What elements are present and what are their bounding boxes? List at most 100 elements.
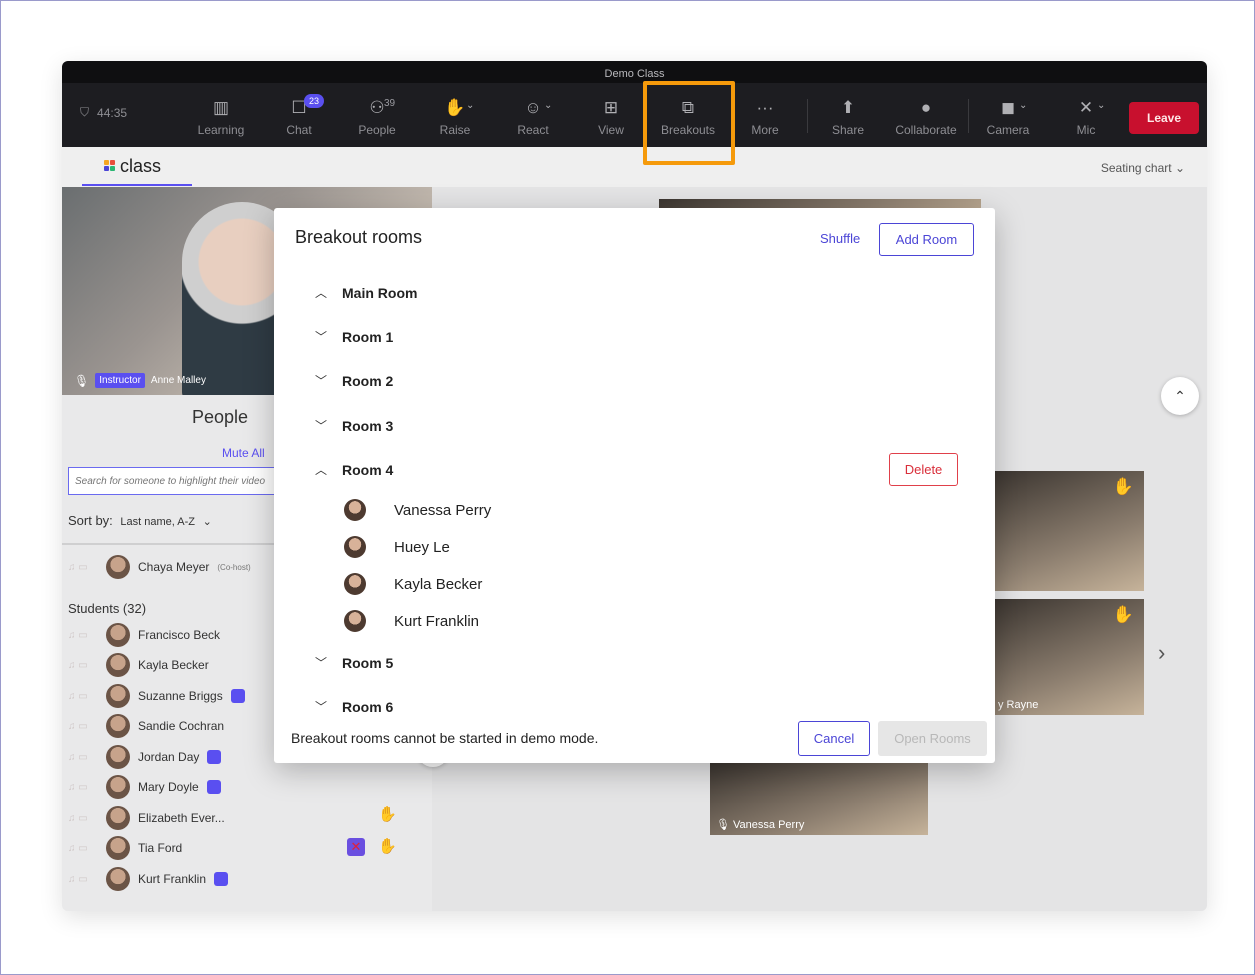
logo-text: class <box>120 156 162 176</box>
chevron-down-icon: ⌄ <box>544 100 553 111</box>
list-item[interactable]: ♫ ▭ Jordan Day <box>68 745 222 769</box>
leave-button[interactable]: Leave <box>1129 102 1199 134</box>
room-main[interactable]: ︿ Main Room <box>314 284 417 301</box>
person-name: Jordan Day <box>138 750 200 764</box>
chat-bubble-icon <box>230 689 245 703</box>
avatar <box>106 714 130 738</box>
mic-camera-icon: ♫ ▭ <box>68 629 88 641</box>
list-item[interactable]: ♫ ▭ Tia Ford <box>68 836 182 860</box>
mic-camera-icon: ♫ ▭ <box>68 561 88 573</box>
list-item[interactable]: ♫ ▭ Sandie Cochran <box>68 714 224 738</box>
chevron-up-icon: ︿ <box>314 286 327 300</box>
avatar <box>344 573 366 595</box>
person-name: Elizabeth Ever... <box>138 811 225 825</box>
react-button[interactable]: ☺ ⌄ React <box>498 97 568 137</box>
person-name: Tia Ford <box>138 841 183 855</box>
sort-value: Last name, A-Z <box>120 516 196 528</box>
room-4[interactable]: ︿ Room 4 <box>314 461 393 478</box>
sort-dropdown[interactable]: Sort by: Last name, A-Z ⌄ <box>68 513 212 528</box>
next-page-arrow[interactable]: › <box>1158 640 1165 666</box>
mute-all-link[interactable]: Mute All <box>222 446 265 460</box>
camera-off-icon: ◼ ⌄ <box>973 97 1043 119</box>
avatar <box>106 836 130 860</box>
room-label: Main Room <box>342 284 418 301</box>
learning-button[interactable]: ▥ Learning <box>186 97 256 137</box>
room-member[interactable]: Huey Le <box>344 536 450 558</box>
room-member[interactable]: Kurt Franklin <box>344 610 479 632</box>
list-item[interactable]: ♫ ▭ Kayla Becker <box>68 653 209 677</box>
cancel-button[interactable]: Cancel <box>798 721 870 756</box>
view-button[interactable]: ⊞ View <box>576 97 646 137</box>
chat-button[interactable]: ☐ 23 Chat <box>264 94 334 137</box>
people-title: People <box>192 407 249 427</box>
room-label: Room 3 <box>342 417 394 434</box>
people-label: People <box>358 123 396 137</box>
room-3[interactable]: ﹀ Room 3 <box>314 417 393 434</box>
raise-button[interactable]: ✋ ⌄ Raise <box>420 97 490 137</box>
tile-name: 🎙 Vanessa Perry <box>716 818 804 831</box>
collaborate-button[interactable]: ● Collaborate <box>891 97 961 137</box>
list-item[interactable]: ♫ ▭ Mary Doyle <box>68 775 221 799</box>
timer-text: 44:35 <box>97 105 128 120</box>
learning-label: Learning <box>197 123 245 137</box>
avatar <box>344 536 366 558</box>
cohost-tag: (Co-host) <box>217 562 251 572</box>
lightbulb-icon: ● <box>920 98 932 117</box>
member-name: Huey Le <box>394 538 450 556</box>
member-name: Vanessa Perry <box>394 501 492 519</box>
mic-camera-icon: ♫ ▭ <box>68 659 88 671</box>
chat-icon: ☐ 23 <box>264 94 334 119</box>
list-item[interactable]: ♫ ▭ Francisco Beck <box>68 623 220 647</box>
logo-mark-icon <box>104 159 118 174</box>
room-label: Room 1 <box>342 328 394 345</box>
learning-icon: ▥ <box>212 98 230 117</box>
person-name: Chaya Meyer <box>138 560 210 574</box>
grid-view-icon: ⊞ <box>603 98 619 117</box>
list-item[interactable]: ♫ ▭ Suzanne Briggs <box>68 684 245 708</box>
avatar <box>106 806 130 830</box>
room-label: Room 6 <box>342 698 394 715</box>
shuffle-button[interactable]: Shuffle <box>820 231 860 246</box>
breakouts-highlight <box>643 81 735 165</box>
mic-button[interactable]: ✕ ⌄ Mic <box>1051 97 1121 137</box>
toolbar-divider <box>968 99 969 133</box>
collaborate-label: Collaborate <box>895 123 957 137</box>
people-button[interactable]: ⚇ 39 People <box>342 97 412 137</box>
delete-room-button[interactable]: Delete <box>889 453 958 486</box>
video-tile: ✋ <box>992 471 1144 591</box>
room-member[interactable]: Vanessa Perry <box>344 499 491 521</box>
add-room-button[interactable]: Add Room <box>879 223 974 256</box>
raise-hand-icon: ✋ ⌄ <box>420 97 490 119</box>
video-tile: 🎙 Vanessa Perry <box>710 763 928 835</box>
room-6[interactable]: ﹀ Room 6 <box>314 698 393 715</box>
demo-mode-notice: Breakout rooms cannot be started in demo… <box>291 730 599 746</box>
chat-badge: 23 <box>304 94 325 108</box>
chevron-up-icon: ︿ <box>314 463 327 477</box>
avatar <box>106 745 130 769</box>
list-item[interactable]: ♫ ▭ Elizabeth Ever... <box>68 806 225 830</box>
room-member[interactable]: Kayla Becker <box>344 573 482 595</box>
class-logo: class <box>104 156 161 177</box>
instructor-tag: Instructor <box>95 373 145 388</box>
list-item[interactable]: ♫ ▭ Chaya Meyer (Co-host) <box>68 555 251 579</box>
scroll-up-button[interactable]: ⌃ <box>1161 377 1199 415</box>
avatar <box>106 867 130 891</box>
search-input[interactable] <box>68 467 278 495</box>
list-item[interactable]: ♫ ▭ Kurt Franklin <box>68 867 229 891</box>
room-label: Room 4 <box>342 461 394 478</box>
close-icon[interactable]: ✕ <box>347 838 365 856</box>
more-button[interactable]: ··· More <box>730 97 800 137</box>
class-timer: ⛉ 44:35 <box>80 105 127 120</box>
room-2[interactable]: ﹀ Room 2 <box>314 372 393 389</box>
room-5[interactable]: ﹀ Room 5 <box>314 654 393 671</box>
share-button[interactable]: ⬆ Share <box>813 97 883 137</box>
room-1[interactable]: ﹀ Room 1 <box>314 328 393 345</box>
tile-name: y Rayne <box>998 699 1039 711</box>
open-rooms-button[interactable]: Open Rooms <box>878 721 987 756</box>
seating-chart-dropdown[interactable]: Seating chart ⌄ <box>1101 161 1185 175</box>
tab-underline <box>82 184 192 186</box>
camera-button[interactable]: ◼ ⌄ Camera <box>973 97 1043 137</box>
dialog-title: Breakout rooms <box>295 227 423 247</box>
member-name: Kayla Becker <box>394 575 483 593</box>
member-name: Kurt Franklin <box>394 612 480 630</box>
